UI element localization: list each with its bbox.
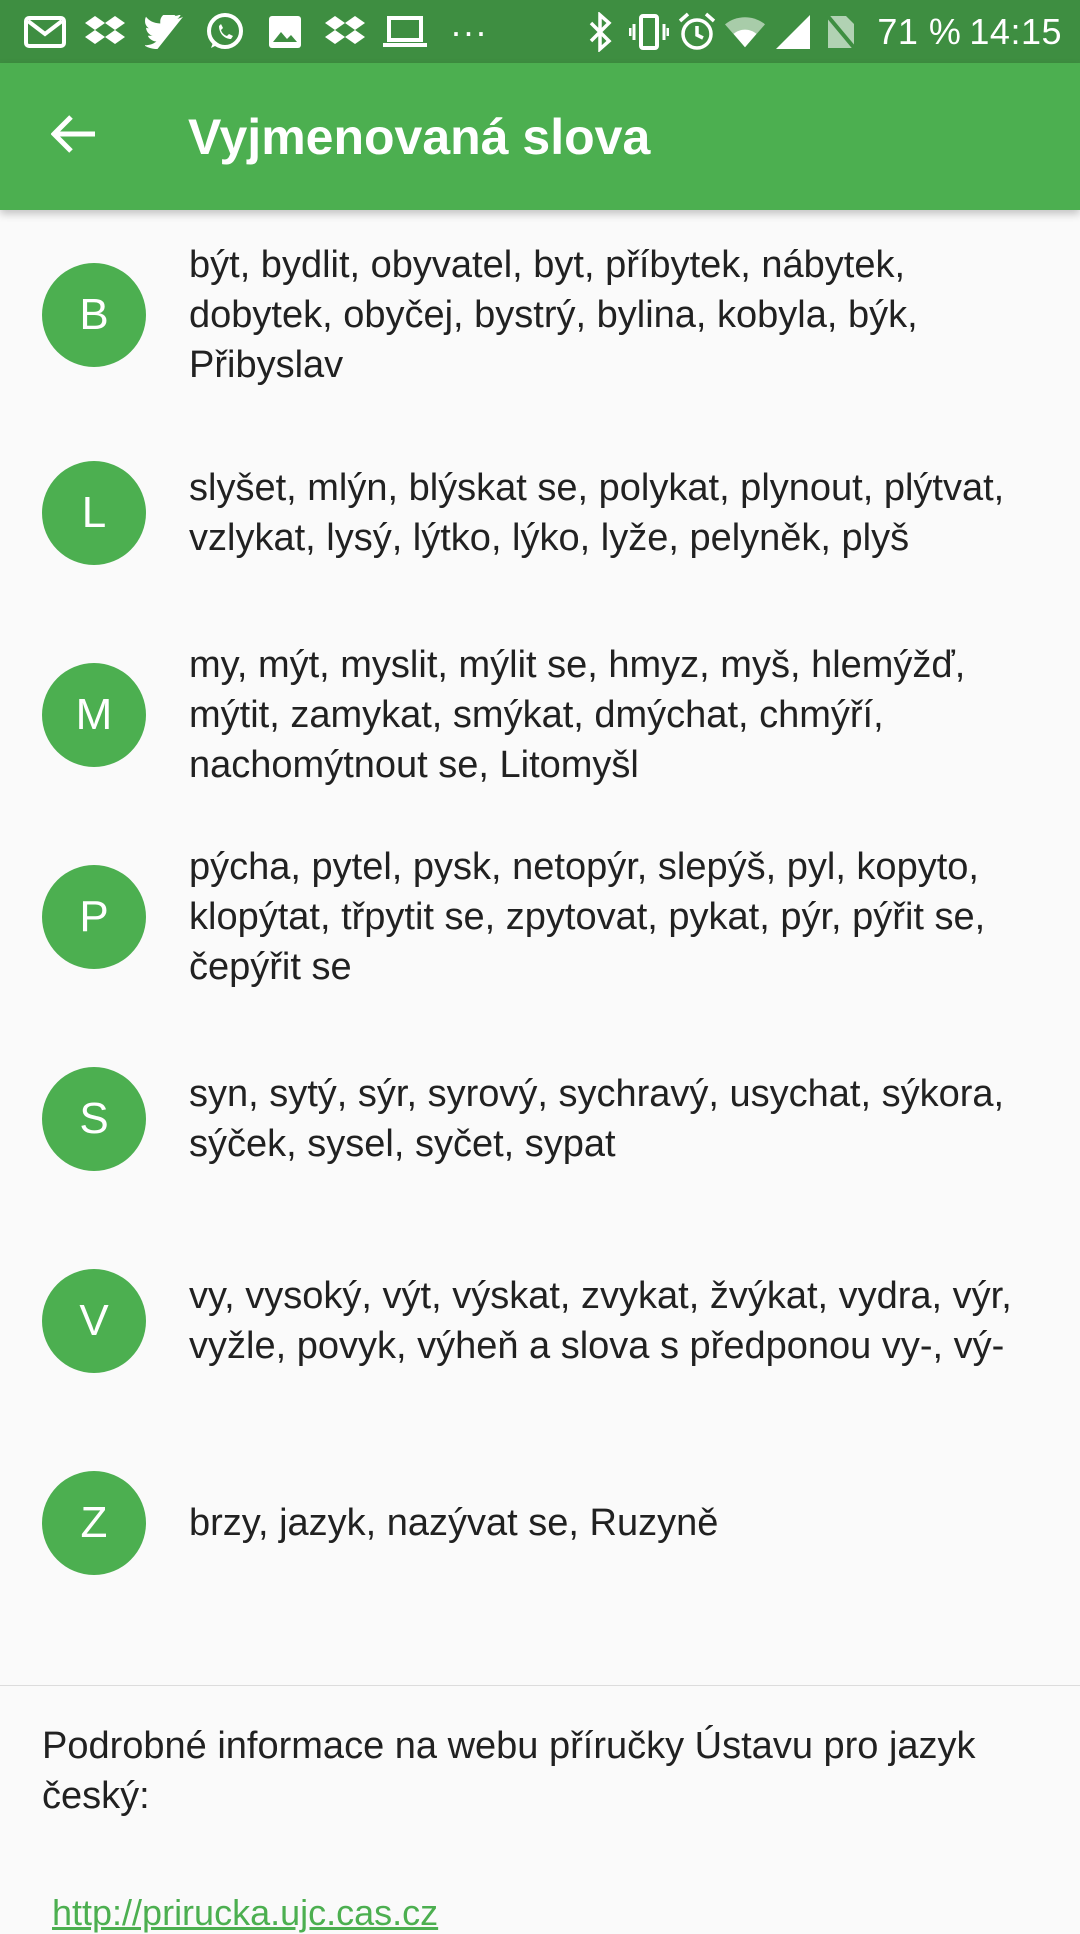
list-item[interactable]: V vy, vysoký, výt, výskat, zvykat, žvýka… bbox=[0, 1220, 1080, 1422]
word-group-text: být, bydlit, obyvatel, byt, příbytek, ná… bbox=[189, 244, 918, 386]
letter-avatar: V bbox=[42, 1269, 146, 1373]
app-bar: Vyjmenovaná slova bbox=[0, 63, 1080, 210]
info-link[interactable]: http://prirucka.ujc.cas.cz bbox=[52, 1892, 438, 1934]
arrow-back-icon bbox=[50, 114, 97, 159]
word-group-text: brzy, jazyk, nazývat se, Ruzyně bbox=[189, 1502, 719, 1544]
bluetooth-icon bbox=[581, 9, 621, 55]
dropbox-icon bbox=[82, 9, 128, 55]
letter-avatar: S bbox=[42, 1067, 146, 1171]
letter-avatar: P bbox=[42, 865, 146, 969]
notification-overflow: ··· bbox=[450, 10, 488, 52]
clock: 14:15 bbox=[969, 10, 1062, 52]
letter-avatar: Z bbox=[42, 1471, 146, 1575]
word-group-text: pýcha, pytel, pysk, netopýr, slepýš, pyl… bbox=[189, 846, 986, 988]
laptop-icon bbox=[382, 9, 428, 55]
gmail-icon bbox=[22, 9, 68, 55]
battery-percent: 71 % bbox=[877, 10, 962, 52]
page-title: Vyjmenovaná slova bbox=[188, 108, 651, 165]
signal-icon bbox=[773, 9, 813, 55]
letter-avatar: M bbox=[42, 663, 146, 767]
letter-avatar: B bbox=[42, 263, 146, 367]
letter-avatar: L bbox=[42, 461, 146, 565]
list-item[interactable]: Z brzy, jazyk, nazývat se, Ruzyně bbox=[0, 1422, 1080, 1624]
word-group-text: my, mýt, myslit, mýlit se, hmyz, myš, hl… bbox=[189, 644, 966, 786]
vibrate-icon bbox=[629, 9, 670, 55]
back-button[interactable] bbox=[18, 63, 130, 210]
twitter-icon bbox=[142, 9, 188, 55]
info-text: Podrobné informace na webu příručky Ústa… bbox=[42, 1725, 976, 1817]
status-bar: ··· 71 % 14:15 bbox=[0, 0, 1080, 63]
whatsapp-icon bbox=[202, 9, 248, 55]
word-group-text: syn, sytý, sýr, syrový, sychravý, usycha… bbox=[189, 1073, 1005, 1165]
list-item[interactable]: B být, bydlit, obyvatel, byt, příbytek, … bbox=[0, 210, 1080, 420]
list-item[interactable]: S syn, sytý, sýr, syrový, sychravý, usyc… bbox=[0, 1018, 1080, 1220]
list-item[interactable]: M my, mýt, myslit, mýlit se, hmyz, myš, … bbox=[0, 614, 1080, 816]
wifi-icon bbox=[725, 9, 766, 55]
no-sim-icon bbox=[821, 9, 861, 55]
alarm-icon bbox=[677, 9, 717, 55]
word-group-text: vy, vysoký, výt, výskat, zvykat, žvýkat,… bbox=[189, 1275, 1012, 1367]
gallery-icon bbox=[262, 9, 308, 55]
notification-icons: ··· bbox=[22, 9, 581, 55]
divider bbox=[0, 1685, 1080, 1686]
list-item[interactable]: P pýcha, pytel, pysk, netopýr, slepýš, p… bbox=[0, 816, 1080, 1018]
word-group-text: slyšet, mlýn, blýskat se, polykat, plyno… bbox=[189, 467, 1005, 559]
system-icons: 71 % 14:15 bbox=[581, 9, 1062, 55]
dropbox-icon bbox=[322, 9, 368, 55]
list-item[interactable]: L slyšet, mlýn, blýskat se, polykat, ply… bbox=[0, 412, 1080, 614]
